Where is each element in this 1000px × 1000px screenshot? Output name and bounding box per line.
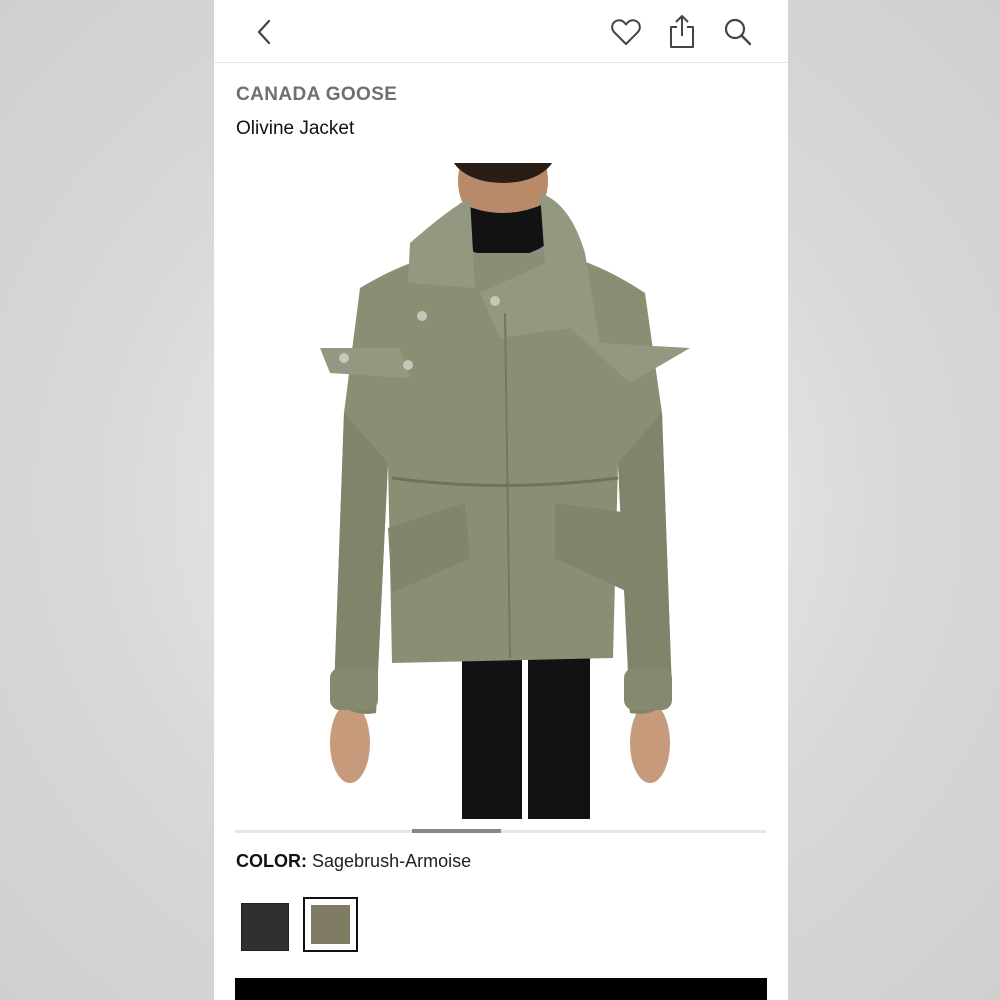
heart-icon[interactable] <box>610 17 642 47</box>
add-to-bag-button[interactable] <box>235 978 767 1000</box>
color-swatch-sagebrush <box>311 905 350 944</box>
product-title: Olivine Jacket <box>236 118 355 139</box>
product-page: CANADA GOOSE Olivine Jacket COLOR: Sageb… <box>214 0 788 1000</box>
product-image[interactable] <box>300 163 706 819</box>
color-swatch-black[interactable] <box>241 903 289 951</box>
chevron-left-icon[interactable] <box>254 18 276 46</box>
share-icon[interactable] <box>667 13 697 49</box>
image-carousel-indicator <box>412 829 501 833</box>
search-icon[interactable] <box>723 17 753 47</box>
color-swatch-sagebrush-selected[interactable] <box>303 897 358 952</box>
color-label: COLOR: <box>236 851 307 871</box>
selected-color-name: Sagebrush-Armoise <box>312 851 472 871</box>
brand-name[interactable]: CANADA GOOSE <box>236 84 397 106</box>
color-selection-row: COLOR: Sagebrush-Armoise <box>236 851 471 872</box>
top-navigation-bar <box>214 0 788 63</box>
